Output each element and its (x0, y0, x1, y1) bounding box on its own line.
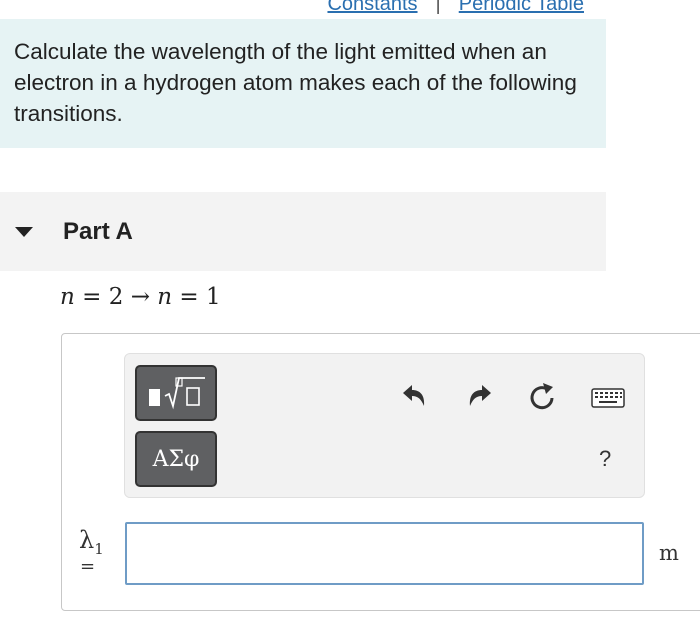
resource-links: Constants | Periodic Table (0, 0, 606, 16)
answer-equals: = (80, 556, 96, 577)
reset-icon[interactable] (528, 381, 556, 411)
n-variable: n (157, 284, 173, 310)
part-a-header[interactable]: Part A (0, 192, 606, 271)
n-final: 1 (206, 284, 221, 310)
keyboard-icon[interactable] (591, 388, 625, 408)
equals-sign: = (179, 284, 199, 310)
help-button[interactable]: ? (599, 446, 611, 472)
templates-sqrt-icon (149, 377, 205, 410)
greek-symbols-button[interactable]: ΑΣφ (135, 431, 217, 487)
greek-symbols-label: ΑΣφ (152, 446, 200, 472)
templates-button[interactable] (135, 365, 217, 421)
constants-link[interactable]: Constants (327, 0, 417, 16)
answer-input[interactable] (125, 522, 644, 585)
lambda-symbol: λ (79, 526, 95, 554)
redo-icon[interactable] (466, 382, 494, 408)
n-variable: n (60, 284, 75, 310)
periodic-table-link[interactable]: Periodic Table (459, 0, 584, 16)
link-separator: | (435, 0, 441, 15)
answer-unit: m (659, 541, 679, 565)
transition-expression: n = 2 → n = 1 (60, 284, 221, 310)
n-initial: 2 (108, 284, 124, 310)
problem-intro: Calculate the wavelength of the light em… (0, 19, 606, 148)
collapse-caret-icon[interactable] (15, 227, 33, 237)
problem-intro-text: Calculate the wavelength of the light em… (14, 39, 577, 126)
arrow-symbol: → (130, 284, 150, 310)
part-title: Part A (63, 218, 133, 245)
lambda-subscript: 1 (94, 539, 104, 558)
undo-icon[interactable] (400, 382, 428, 408)
equals-sign: = (82, 284, 102, 310)
